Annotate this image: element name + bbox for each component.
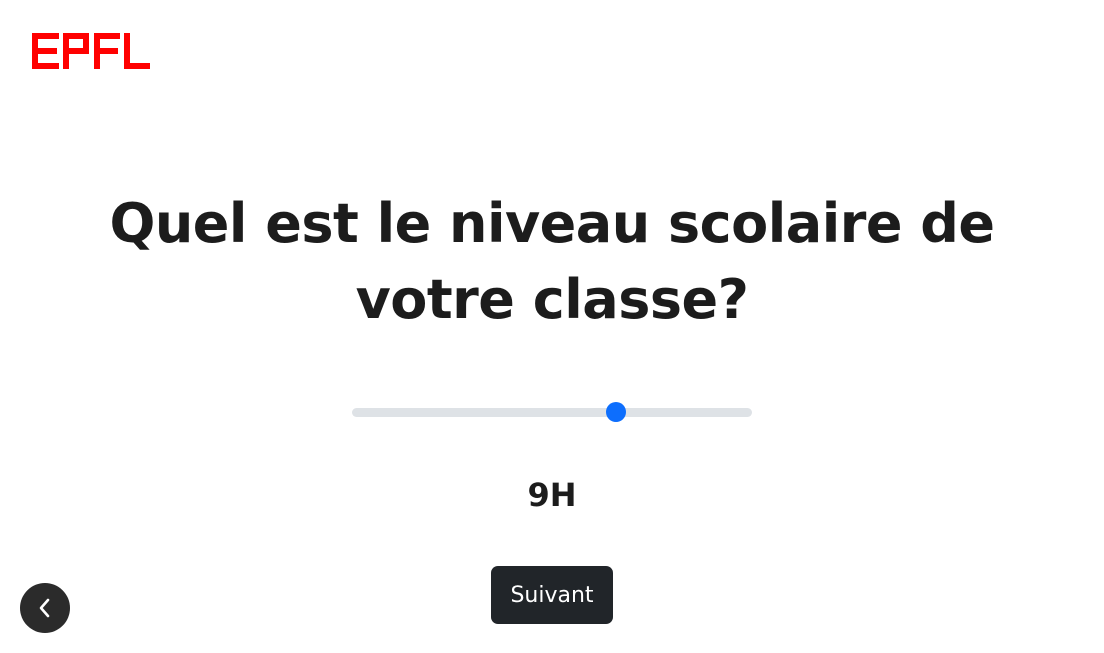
next-button[interactable]: Suivant xyxy=(491,566,613,624)
question-title: Quel est le niveau scolaire de votre cla… xyxy=(109,192,995,331)
selected-grade-value: 9H xyxy=(527,476,577,514)
slider-thumb[interactable] xyxy=(606,402,626,422)
epfl-logo-mark xyxy=(32,33,150,69)
back-button[interactable] xyxy=(20,583,70,633)
chevron-left-icon xyxy=(39,598,50,618)
slider-track[interactable] xyxy=(352,408,752,417)
epfl-logo xyxy=(32,33,150,69)
grade-slider[interactable] xyxy=(352,400,752,424)
